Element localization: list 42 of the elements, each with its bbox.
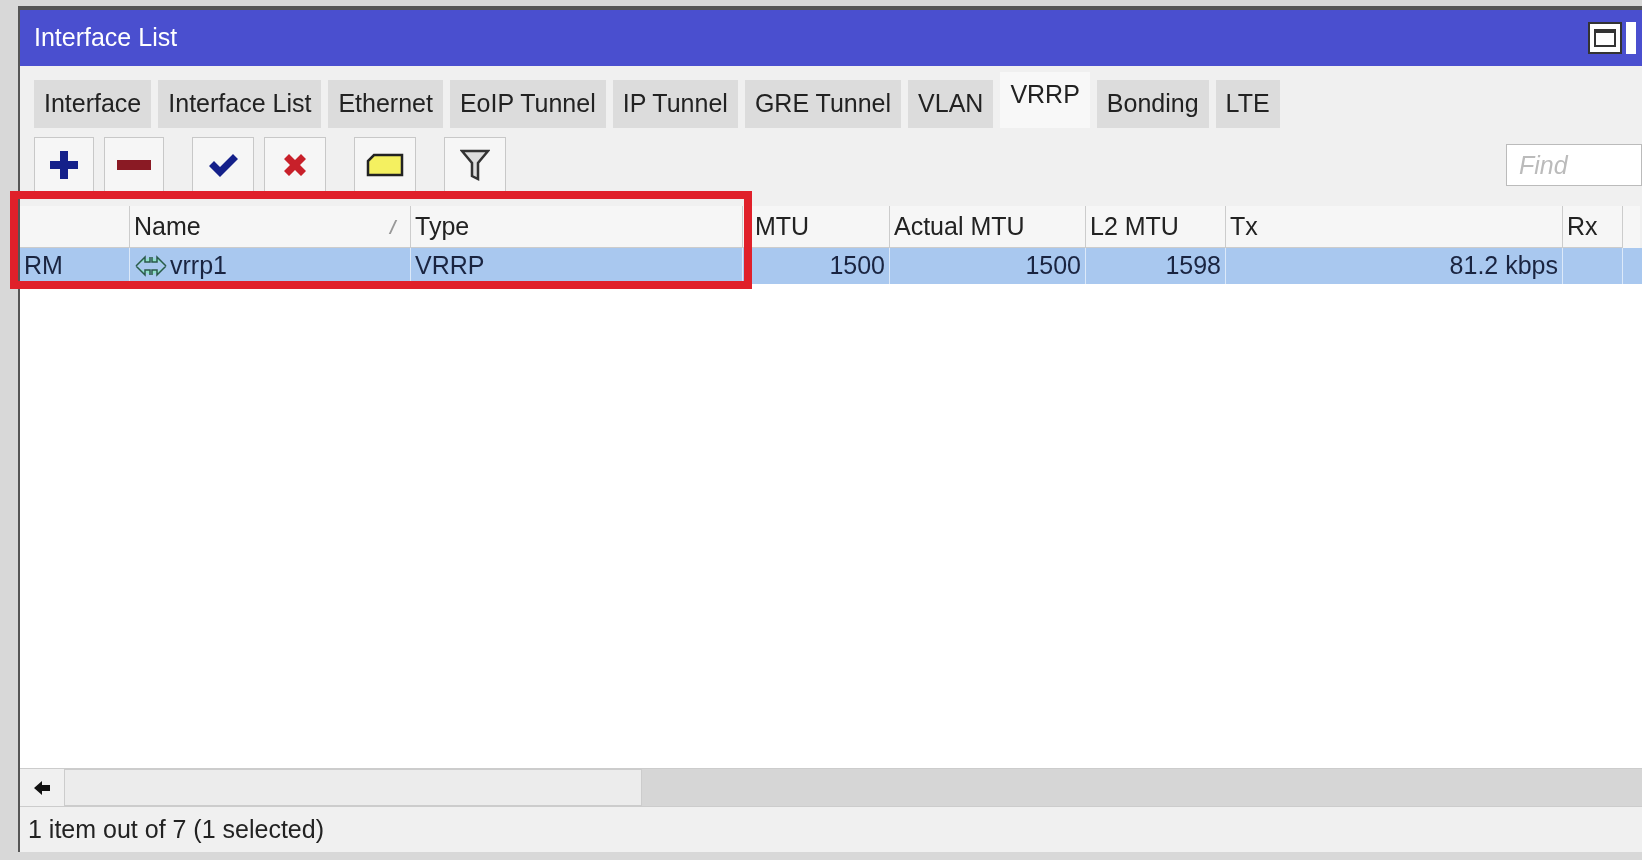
check-icon <box>207 152 239 178</box>
add-button[interactable] <box>34 137 94 193</box>
tab[interactable]: VRRP <box>1000 72 1090 128</box>
tab[interactable]: Ethernet <box>328 80 443 128</box>
interface-icon <box>134 254 168 278</box>
comment-button[interactable] <box>354 137 416 193</box>
tab[interactable]: LTE <box>1215 80 1280 128</box>
column-header[interactable]: Type <box>411 206 743 248</box>
status-text: 1 item out of 7 (1 selected) <box>28 813 324 845</box>
table-cell-text: VRRP <box>415 250 485 282</box>
table-cell-text: 81.2 kbps <box>1449 250 1558 282</box>
tab[interactable]: VLAN <box>908 80 994 128</box>
column-header[interactable]: L2 MTU <box>1086 206 1226 248</box>
find-field[interactable]: Find <box>1506 144 1642 186</box>
column-header[interactable]: Actual MTU <box>890 206 1086 248</box>
column-header[interactable]: Rx <box>1563 206 1623 248</box>
column-header[interactable]: Tx <box>1226 206 1563 248</box>
table-cell-text: RM <box>24 250 63 282</box>
enable-button[interactable] <box>192 137 254 193</box>
minus-icon <box>117 160 151 170</box>
tab[interactable]: IP Tunnel <box>612 80 738 128</box>
maximize-icon[interactable] <box>1588 22 1622 54</box>
filter-icon <box>460 149 490 181</box>
disable-button[interactable] <box>264 137 326 193</box>
tab[interactable]: EoIP Tunnel <box>449 80 606 128</box>
column-header[interactable]: MTU <box>743 206 890 248</box>
table-cell-text: 1500 <box>1025 250 1081 282</box>
filter-button[interactable] <box>444 137 506 193</box>
column-header[interactable]: Name <box>130 206 411 248</box>
remove-button[interactable] <box>104 137 164 193</box>
tab[interactable]: Bonding <box>1096 80 1209 128</box>
scrollbar-thumb[interactable] <box>64 769 642 806</box>
tab[interactable]: Interface <box>34 80 152 128</box>
tab[interactable]: GRE Tunnel <box>744 80 902 128</box>
window-title: Interface List <box>34 22 179 54</box>
table-cell-text: 1598 <box>1165 250 1221 282</box>
tab[interactable]: Interface List <box>158 80 322 128</box>
table-row[interactable]: RM vrrp1 VRRP 1500 1500 1598 81.2 kbps <box>20 248 1642 284</box>
left-arrow-icon <box>34 780 50 795</box>
plus-icon <box>48 149 80 181</box>
note-icon <box>366 153 404 177</box>
table-cell-text: 1500 <box>829 250 885 282</box>
